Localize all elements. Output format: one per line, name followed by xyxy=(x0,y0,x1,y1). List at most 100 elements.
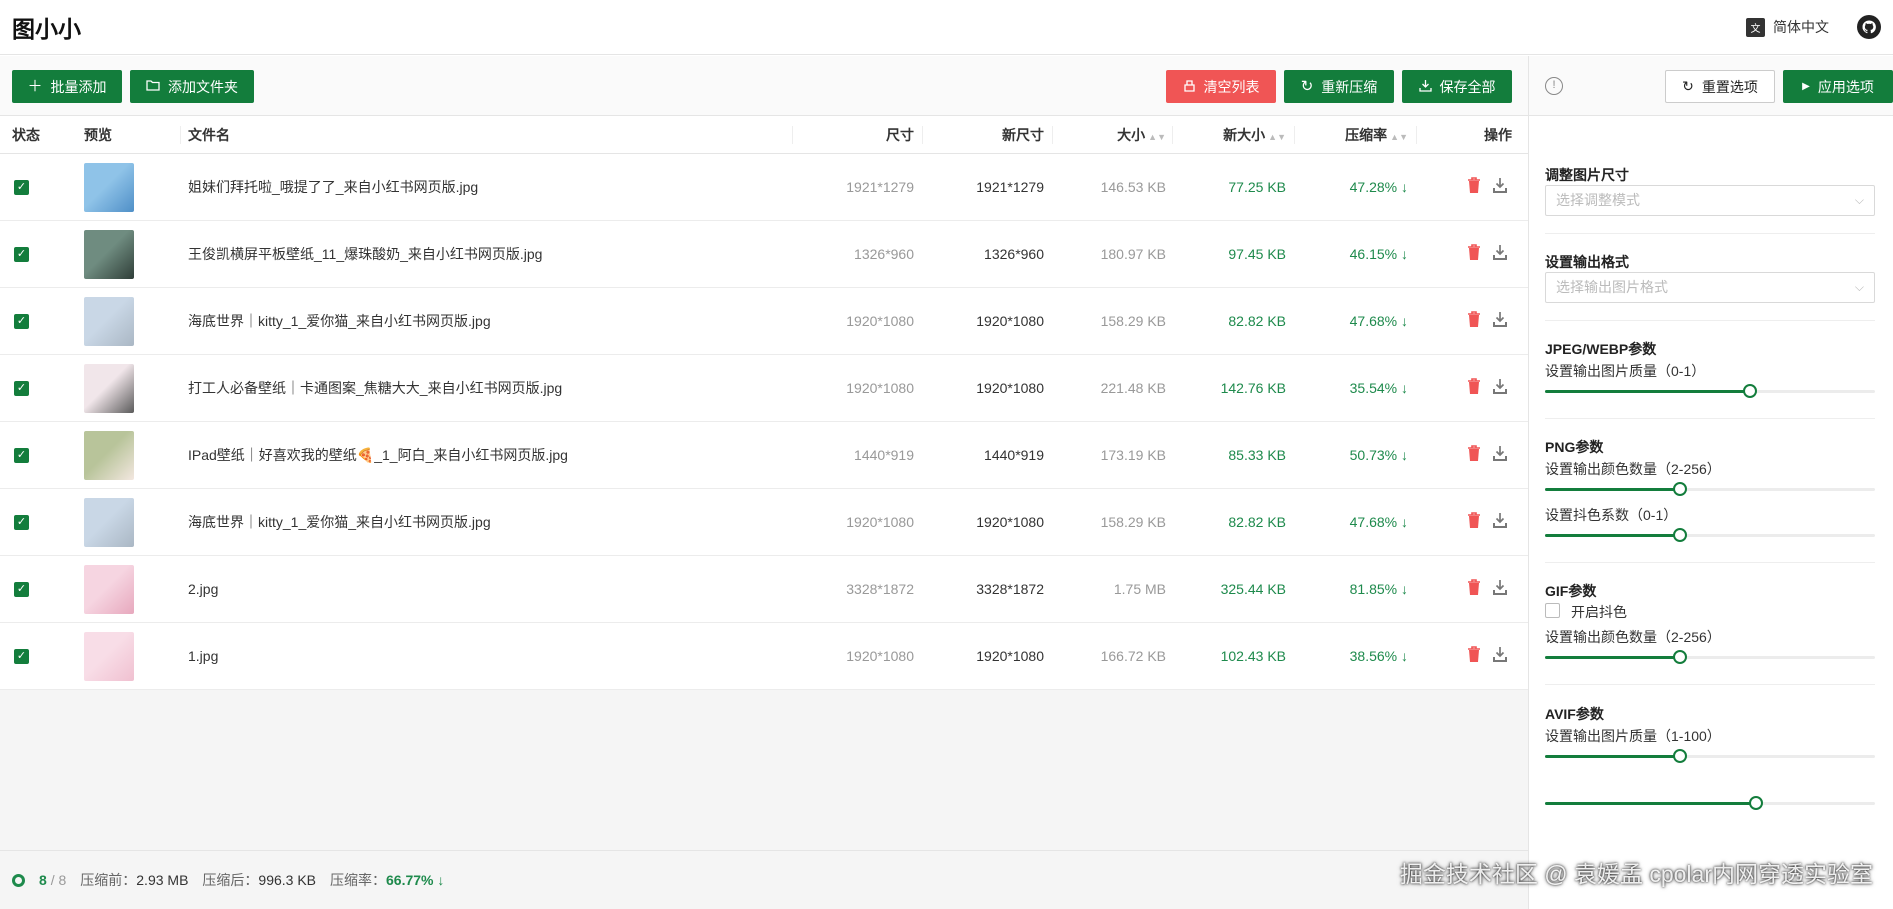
plus-icon: ＋ xyxy=(27,78,43,95)
trash-icon[interactable] xyxy=(1466,310,1484,330)
jpeg-quality-slider[interactable] xyxy=(1545,384,1875,398)
download-icon[interactable] xyxy=(1492,377,1510,397)
preview-thumbnail[interactable] xyxy=(84,632,134,681)
download-icon[interactable] xyxy=(1492,578,1510,598)
check-icon: ✓ xyxy=(16,583,27,595)
preview-thumbnail[interactable] xyxy=(84,498,134,547)
avif-speed-slider[interactable] xyxy=(1545,796,1875,810)
compression-ratio: 47.68% ↓ xyxy=(1302,288,1408,355)
row-checkbox[interactable]: ✓ xyxy=(14,247,29,262)
new-file-size: 82.82 KB xyxy=(1228,313,1286,329)
original-dimensions: 3328*1872 xyxy=(846,581,914,597)
new-dimensions: 1920*1080 xyxy=(976,313,1044,329)
format-select[interactable]: 选择输出图片格式 ⌵ xyxy=(1545,272,1875,303)
down-arrow-icon: ↓ xyxy=(1401,380,1408,396)
header-bytes-sort[interactable]: 大小 ▲▼ xyxy=(1060,116,1166,154)
preview-thumbnail[interactable] xyxy=(84,431,134,480)
down-arrow-icon: ↓ xyxy=(1401,648,1408,664)
trash-icon[interactable] xyxy=(1466,511,1484,531)
row-checkbox[interactable]: ✓ xyxy=(14,649,29,664)
gif-colors-slider[interactable] xyxy=(1545,650,1875,664)
slider-handle[interactable] xyxy=(1673,528,1688,542)
row-checkbox[interactable]: ✓ xyxy=(14,381,29,396)
new-dimensions: 1920*1080 xyxy=(976,380,1044,396)
gif-dither-checkbox[interactable] xyxy=(1545,603,1560,618)
trash-icon[interactable] xyxy=(1466,645,1484,665)
language-switcher[interactable]: 文 简体中文 xyxy=(1746,17,1829,37)
new-dimensions: 1326*960 xyxy=(984,246,1044,262)
table-header: 状态 预览 文件名 尺寸 新尺寸 大小 ▲▼ 新大小 ▲▼ 压缩率 ▲▼ 操作 xyxy=(0,116,1528,154)
trash-icon[interactable] xyxy=(1466,578,1484,598)
add-folder-button[interactable]: 添加文件夹 xyxy=(130,70,254,103)
header-ratio-sort[interactable]: 压缩率 ▲▼ xyxy=(1302,116,1408,154)
header-new-bytes-sort[interactable]: 新大小 ▲▼ xyxy=(1180,116,1286,154)
new-file-size: 85.33 KB xyxy=(1228,447,1286,463)
download-icon[interactable] xyxy=(1492,310,1510,330)
trash-icon[interactable] xyxy=(1466,444,1484,464)
save-all-button[interactable]: 保存全部 xyxy=(1402,70,1512,103)
download-icon[interactable] xyxy=(1492,444,1510,464)
file-name: 王俊凯横屏平板壁纸_11_爆珠酸奶_来自小红书网页版.jpg xyxy=(188,246,543,262)
avif-quality-label: 设置输出图片质量（1-100） xyxy=(1545,728,1721,744)
download-icon[interactable] xyxy=(1492,243,1510,263)
file-name: 2.jpg xyxy=(188,581,219,597)
refresh-icon: ↻ xyxy=(1300,78,1314,95)
row-checkbox[interactable]: ✓ xyxy=(14,180,29,195)
avif-quality-slider[interactable] xyxy=(1545,749,1875,763)
preview-thumbnail[interactable] xyxy=(84,364,134,413)
gif-title: GIF参数 xyxy=(1545,583,1597,599)
compression-ratio-value: 50.73% xyxy=(1349,447,1398,463)
preview-thumbnail[interactable] xyxy=(84,297,134,346)
download-icon[interactable] xyxy=(1492,176,1510,196)
info-icon[interactable]: ! xyxy=(1545,77,1563,95)
clear-list-button[interactable]: 清空列表 xyxy=(1166,70,1276,103)
slider-handle[interactable] xyxy=(1673,749,1688,763)
trash-icon[interactable] xyxy=(1466,377,1484,397)
row-checkbox[interactable]: ✓ xyxy=(14,448,29,463)
apply-options-button[interactable]: ▶ 应用选项 xyxy=(1783,70,1893,103)
translate-icon: 文 xyxy=(1746,17,1765,37)
table-row: ✓ 海底世界｜kitty_1_爱你猫_来自小红书网页版.jpg 1920*108… xyxy=(0,288,1528,355)
recompress-button[interactable]: ↻ 重新压缩 xyxy=(1284,70,1394,103)
batch-add-button[interactable]: ＋ 批量添加 xyxy=(12,70,122,103)
slider-handle[interactable] xyxy=(1673,482,1688,496)
png-colors-slider[interactable] xyxy=(1545,482,1875,496)
download-icon[interactable] xyxy=(1492,511,1510,531)
row-checkbox[interactable]: ✓ xyxy=(14,314,29,329)
slider-handle[interactable] xyxy=(1742,384,1757,398)
row-checkbox[interactable]: ✓ xyxy=(14,582,29,597)
options-panel: ! ↻ 重置选项 ▶ 应用选项 调整图片尺寸 选择调整模式 ⌵ 设置输出格式 选… xyxy=(1528,56,1893,909)
preview-thumbnail[interactable] xyxy=(84,163,134,212)
slider-handle[interactable] xyxy=(1673,650,1688,664)
resize-mode-select[interactable]: 选择调整模式 ⌵ xyxy=(1545,185,1875,216)
preview-thumbnail[interactable] xyxy=(84,230,134,279)
trash-icon[interactable] xyxy=(1466,243,1484,263)
original-file-size: 166.72 KB xyxy=(1100,648,1166,664)
file-name: 海底世界｜kitty_1_爱你猫_来自小红书网页版.jpg xyxy=(188,514,491,530)
trash-icon[interactable] xyxy=(1466,176,1484,196)
sort-icon: ▲▼ xyxy=(1268,132,1286,142)
table-row: ✓ 王俊凯横屏平板壁纸_11_爆珠酸奶_来自小红书网页版.jpg 1326*96… xyxy=(0,221,1528,288)
format-placeholder: 选择输出图片格式 xyxy=(1556,279,1668,295)
download-icon[interactable] xyxy=(1492,645,1510,665)
before-value: 2.93 MB xyxy=(136,872,189,888)
preview-thumbnail[interactable] xyxy=(84,565,134,614)
slider-handle[interactable] xyxy=(1749,796,1764,810)
png-dither-slider[interactable] xyxy=(1545,528,1875,542)
png-dither-label: 设置抖色系数（0-1） xyxy=(1545,507,1678,523)
check-icon: ✓ xyxy=(16,449,27,461)
original-dimensions: 1920*1080 xyxy=(846,380,914,396)
file-name: 姐妹们拜托啦_哦提了了_来自小红书网页版.jpg xyxy=(188,179,479,195)
row-checkbox[interactable]: ✓ xyxy=(14,515,29,530)
after-label: 压缩后： xyxy=(202,872,259,888)
header-new-bytes: 新大小 xyxy=(1223,127,1266,143)
check-icon: ✓ xyxy=(16,650,27,662)
format-title: 设置输出格式 xyxy=(1545,254,1629,270)
original-dimensions: 1326*960 xyxy=(854,246,914,262)
ratio-label: 压缩率： xyxy=(330,872,387,888)
new-file-size: 325.44 KB xyxy=(1220,581,1286,597)
github-icon[interactable] xyxy=(1857,15,1881,39)
recompress-label: 重新压缩 xyxy=(1321,78,1378,95)
reset-options-button[interactable]: ↻ 重置选项 xyxy=(1665,70,1775,103)
original-dimensions: 1920*1080 xyxy=(846,648,914,664)
